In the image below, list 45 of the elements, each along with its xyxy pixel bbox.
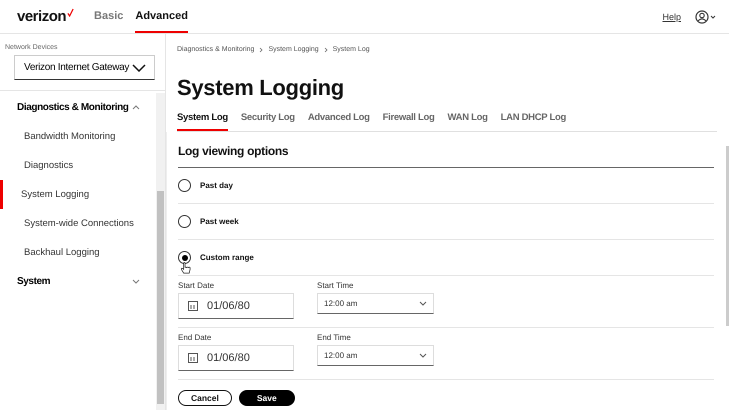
option-label: Custom range <box>200 253 254 262</box>
log-tab[interactable]: Firewall Log <box>382 112 434 131</box>
chevron-right-icon <box>324 46 328 52</box>
chevron-right-icon <box>259 46 264 52</box>
nav-item[interactable]: Diagnostics <box>0 151 156 180</box>
field-label: Start Date <box>178 281 216 290</box>
log-tab[interactable]: LAN DHCP Log <box>500 112 566 131</box>
field-label: End Date <box>178 333 212 342</box>
calendar-icon <box>188 301 198 311</box>
date-field[interactable]: 01/06/80 <box>178 345 294 371</box>
nav-section[interactable]: Diagnostics & Monitoring <box>0 93 156 122</box>
log-tab[interactable]: Security Log <box>240 112 295 131</box>
chevron-down-icon <box>419 301 427 306</box>
field-label: Start Time <box>317 281 354 290</box>
log-tab[interactable]: System Log <box>177 112 228 131</box>
section-title: Log viewing options <box>178 144 714 168</box>
scrollbar[interactable] <box>156 93 165 410</box>
nav-item[interactable]: Bandwidth Monitoring <box>0 122 156 151</box>
chevron-up-icon <box>132 105 140 110</box>
device-dropdown[interactable]: Verizon Internet Gateway <box>14 55 155 80</box>
logo: verizon <box>17 8 74 25</box>
calendar-icon <box>188 353 198 363</box>
field-label: End Time <box>317 333 352 342</box>
time-dropdown[interactable]: 12:00 am <box>317 293 434 314</box>
chevron-down-icon <box>419 353 427 358</box>
option-label: Past week <box>200 217 239 226</box>
save-button[interactable]: Save <box>238 390 295 406</box>
page-title: System Logging <box>177 75 345 101</box>
nav-section[interactable]: System <box>0 267 156 296</box>
log-tab[interactable]: Advanced Log <box>308 112 370 131</box>
account-icon[interactable] <box>695 10 717 24</box>
chevron-down-icon <box>132 64 146 72</box>
log-tab[interactable]: WAN Log <box>448 112 488 131</box>
hand-cursor-icon <box>180 262 191 275</box>
cancel-button[interactable]: Cancel <box>178 390 232 406</box>
nav-item[interactable]: Backhaul Logging <box>0 238 156 267</box>
help-link[interactable]: Help <box>662 12 681 22</box>
radio-button[interactable] <box>178 215 191 228</box>
date-field[interactable]: 01/06/80 <box>178 293 294 319</box>
time-dropdown[interactable]: 12:00 am <box>317 345 434 366</box>
radio-button[interactable] <box>178 179 191 192</box>
option-label: Past day <box>200 181 233 190</box>
mode-tab[interactable]: Basic <box>94 0 124 33</box>
chevron-down-icon <box>132 279 140 284</box>
nav-item[interactable]: System-wide Connections <box>0 209 156 238</box>
